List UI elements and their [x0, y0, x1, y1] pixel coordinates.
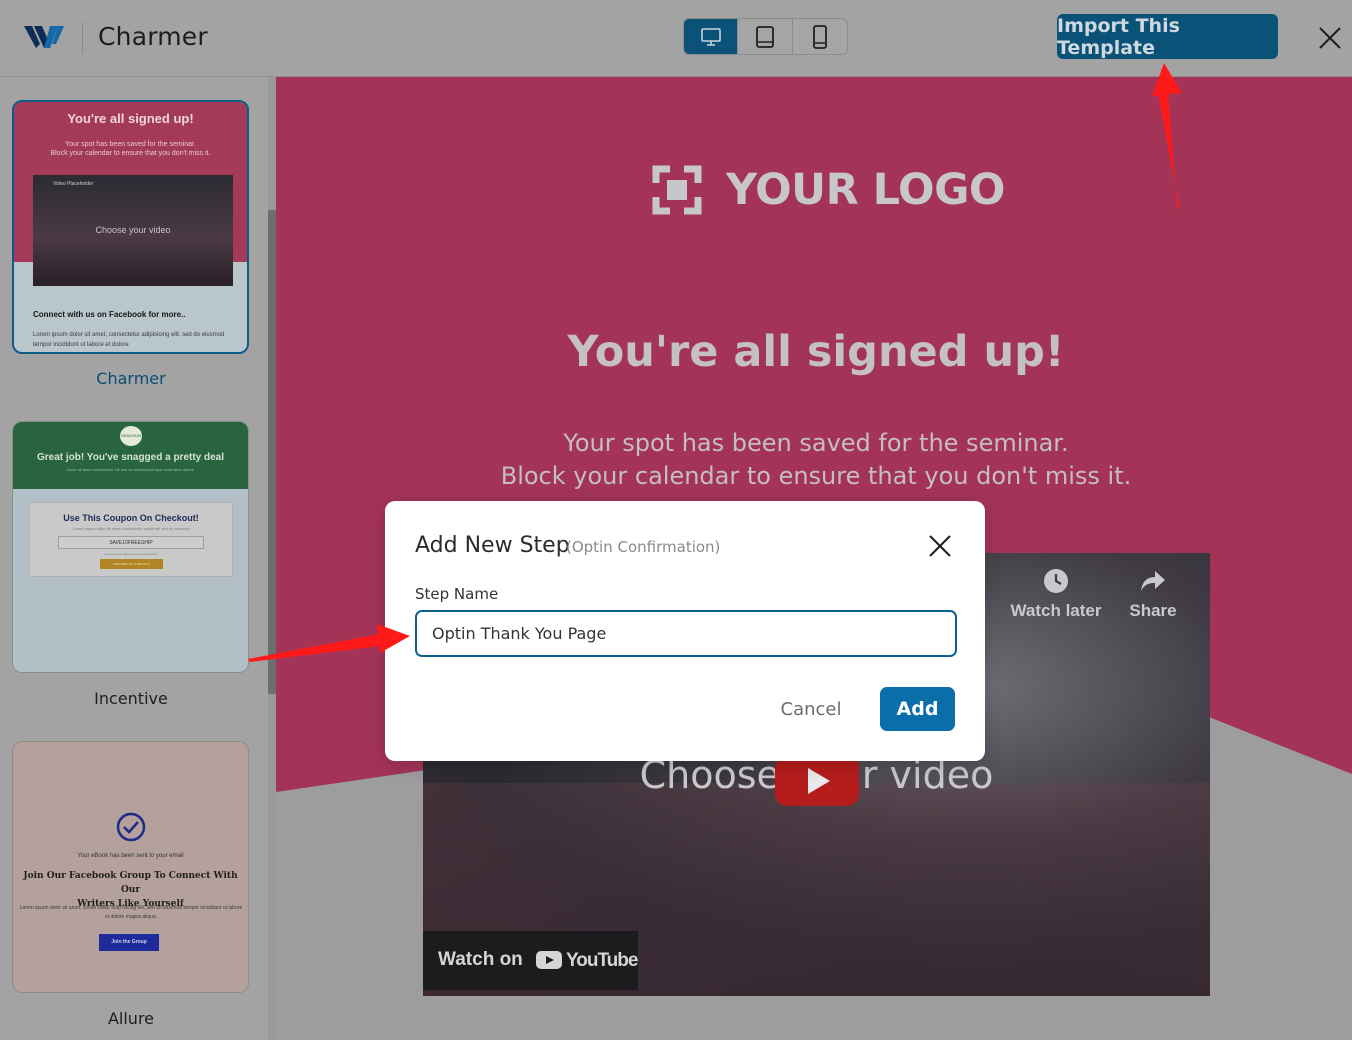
thumb-coupon-sub: Lorem ipsum dolor sit amet consectetur a…	[72, 526, 190, 531]
step-name-input[interactable]	[415, 610, 957, 657]
mobile-icon	[812, 24, 827, 49]
device-toggle-group	[683, 18, 848, 55]
thumb-title-line-1: Join Our Facebook Group To Connect With …	[23, 871, 238, 895]
thumb-title: Great job! You've snagged a pretty deal	[36, 452, 225, 463]
logo-text: YOUR LOGO	[726, 165, 1005, 215]
template-label-incentive[interactable]: Incentive	[0, 689, 262, 708]
preview-subtitle-line-1: Your spot has been saved for the seminar…	[563, 429, 1069, 457]
share-icon	[1141, 571, 1165, 591]
watch-on-label: Watch on	[438, 949, 523, 970]
thumb-subtitle: Your spot has been saved for the seminar…	[14, 140, 247, 158]
desktop-icon	[700, 27, 721, 46]
watch-later-button[interactable]: Watch later	[1001, 567, 1111, 621]
thumb-lorem: Lorem ipsum dolor sit amet, consectetur …	[33, 332, 225, 348]
thumb-badge: SEMI-RUN	[120, 426, 142, 446]
thumb-subtitle: Dolor sit amet consectetur elit sed do e…	[66, 467, 195, 472]
logo-placeholder-icon	[652, 165, 702, 215]
add-button[interactable]: Add	[880, 687, 955, 731]
thumb-video-text: Choose your video	[95, 225, 171, 235]
template-label-allure[interactable]: Allure	[0, 1009, 262, 1028]
thumb-coupon-code: SAVE10FREESHIP	[58, 536, 204, 549]
top-header: Charmer Import This Template	[0, 0, 1352, 77]
play-icon	[808, 768, 830, 794]
tablet-view-button[interactable]	[738, 19, 793, 54]
watch-later-label: Watch later	[1010, 601, 1102, 620]
template-card-allure[interactable]: Your eBook has been sent to your email J…	[12, 741, 249, 993]
thumb-video: Video Placeholder Choose your video	[33, 175, 233, 286]
thumb-title: You're all signed up!	[67, 111, 194, 126]
step-name-label: Step Name	[415, 585, 499, 603]
brand-separator	[82, 22, 83, 54]
close-icon[interactable]	[1316, 24, 1344, 52]
preview-title: You're all signed up!	[567, 327, 1065, 377]
desktop-view-button[interactable]	[684, 19, 739, 54]
share-button[interactable]: Share	[1123, 567, 1183, 621]
cancel-button[interactable]: Cancel	[770, 687, 852, 731]
modal-subtitle: (Optin Confirmation)	[566, 538, 721, 556]
template-card-incentive[interactable]: SEMI-RUN Great job! You've snagged a pre…	[12, 421, 249, 673]
thumb-checkout-button: PROCEED TO CHECKOUT	[100, 559, 163, 569]
tablet-icon	[756, 25, 774, 48]
youtube-wordmark: YouTube	[566, 950, 638, 971]
thumb-subtitle-line-2: Block your calendar to ensure that you d…	[50, 150, 211, 157]
mobile-view-button[interactable]	[793, 19, 847, 54]
app-root: Charmer Import This Template You're all …	[0, 0, 1352, 1040]
brand-title: Charmer	[98, 22, 208, 51]
thumb-subtitle-line-1: Your spot has been saved for the seminar…	[65, 141, 196, 148]
thumb-footer-title: Connect with us on Facebook for more..	[33, 310, 186, 319]
share-label: Share	[1129, 601, 1177, 620]
modal-close-icon[interactable]	[927, 533, 953, 559]
clock-icon	[1044, 569, 1068, 593]
preview-subtitle: Your spot has been saved for the seminar…	[276, 427, 1352, 493]
import-template-button[interactable]: Import This Template	[1057, 14, 1278, 59]
thumb-coupon-title: Use This Coupon On Checkout!	[63, 513, 199, 523]
template-card-charmer[interactable]: You're all signed up! Your spot has been…	[12, 100, 249, 354]
check-circle-icon	[116, 812, 146, 842]
modal-title: Add New Step	[415, 533, 570, 558]
preview-subtitle-line-2: Block your calendar to ensure that you d…	[500, 462, 1132, 490]
thumb-subtitle: Your eBook has been sent to your email	[77, 853, 184, 859]
thumb-lorem: Lorem ipsum dolor sit amet, conse ctetur…	[19, 905, 243, 920]
thumb-join-button: Join the Group	[99, 934, 159, 951]
add-step-modal: Add New Step (Optin Confirmation) Step N…	[385, 501, 985, 761]
template-label-charmer[interactable]: Charmer	[0, 369, 262, 388]
thumb-video-label: Video Placeholder	[53, 181, 94, 187]
sidebar-scrollbar-thumb[interactable]	[268, 210, 276, 694]
brand-logo-icon	[24, 26, 64, 48]
thumb-coupon-note: Lorem ipsum dolor sit amet consectetur	[104, 552, 158, 556]
watch-on-youtube-button[interactable]: Watch on YouTube	[423, 931, 638, 990]
thumb-coupon-box: Use This Coupon On Checkout! Lorem ipsum…	[29, 502, 233, 577]
